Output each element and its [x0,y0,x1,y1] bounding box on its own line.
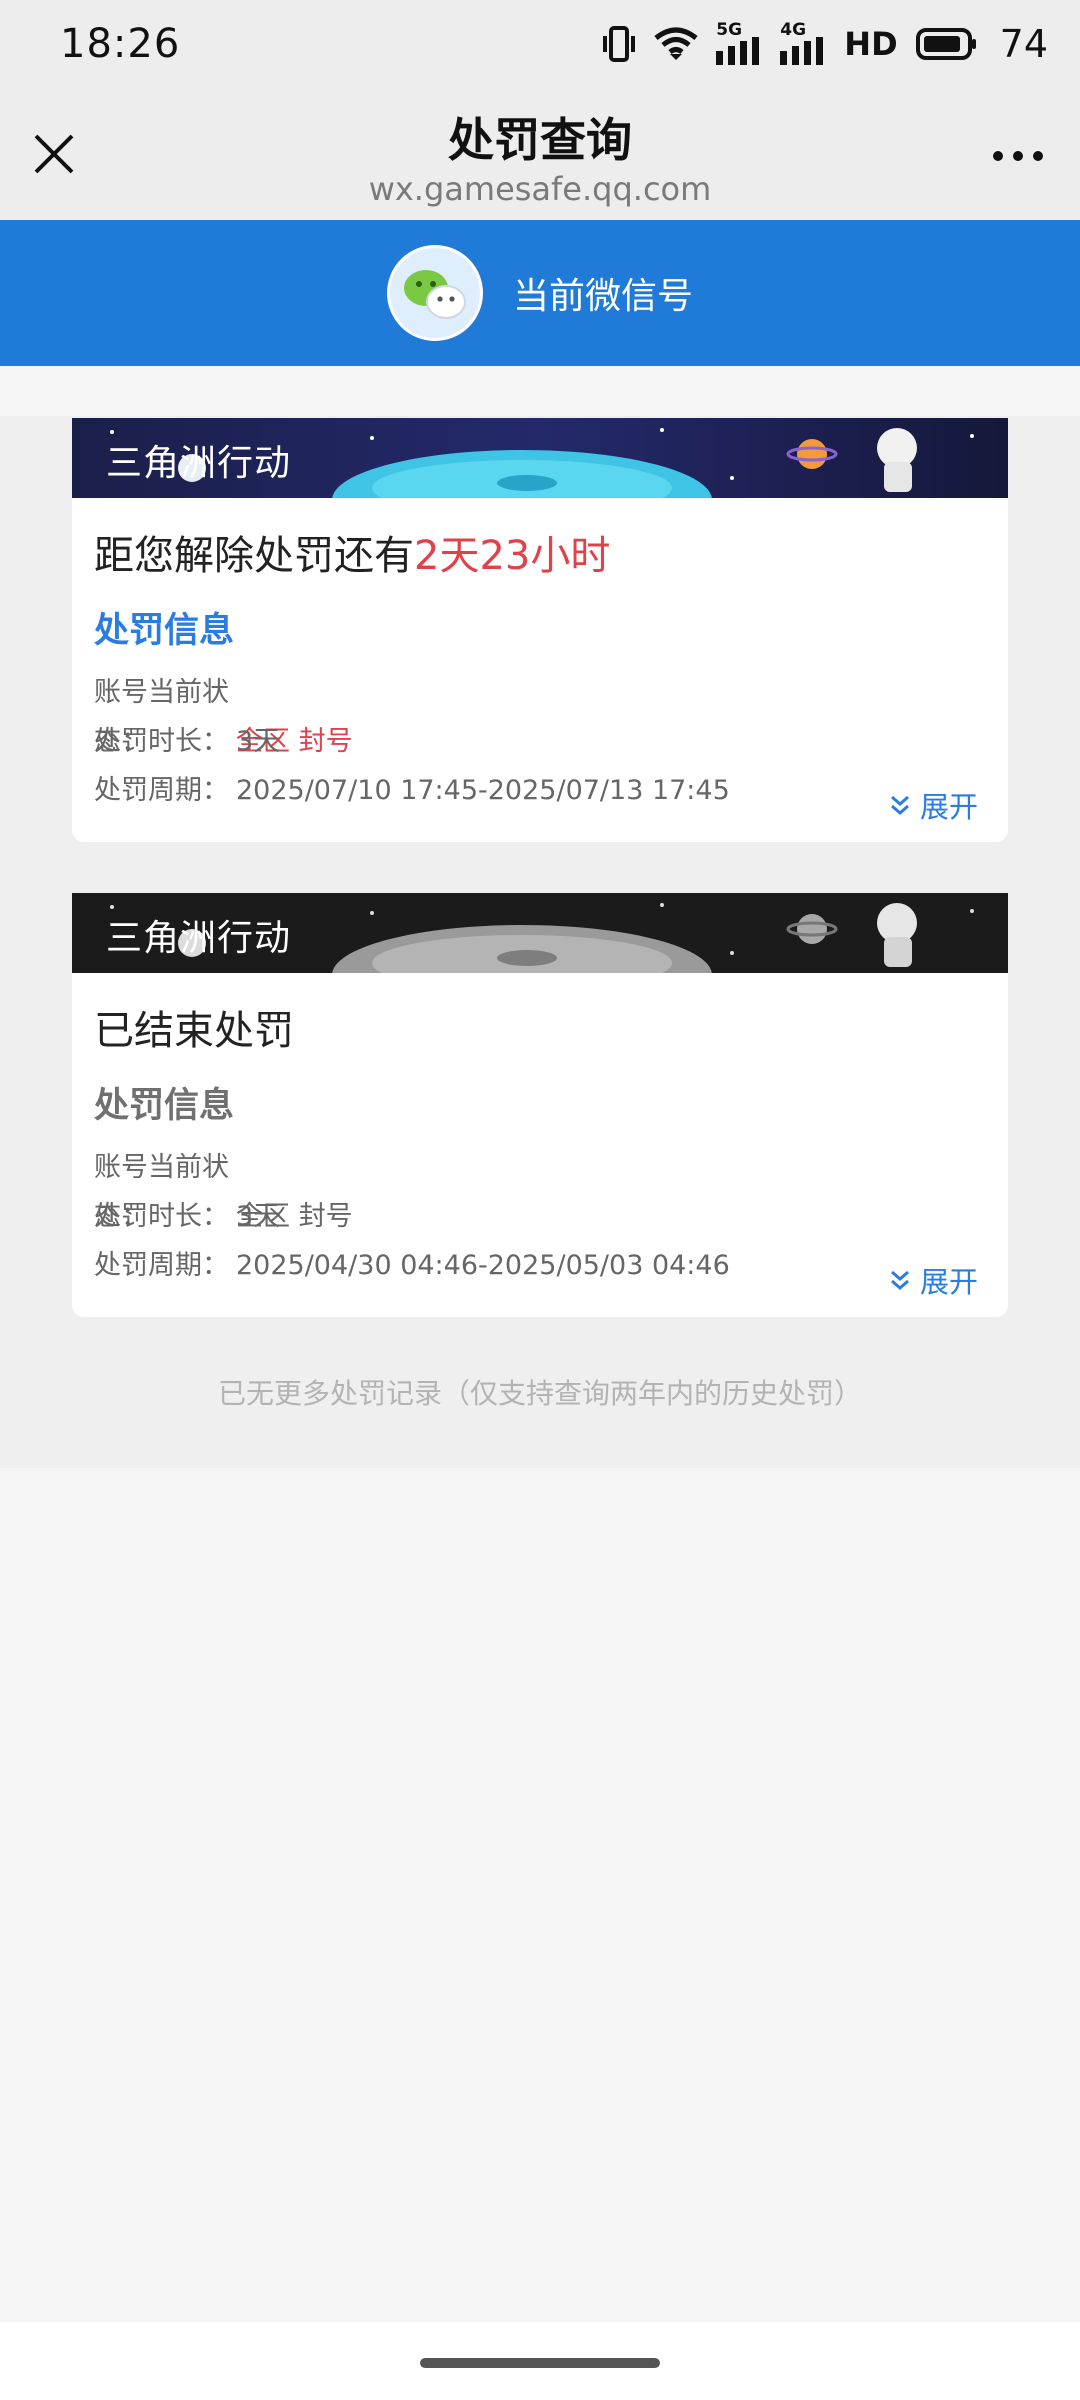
game-name: 三角洲行动 [106,918,292,959]
duration-row: 处罚时长： 3天 [94,1192,986,1241]
duration-value: 3天 [236,1201,281,1232]
punishment-card-ended: 三角洲行动 已结束处罚 处罚信息 账号当前状态： 全区 封号 处罚时长： 3天 处罚… [72,893,1008,1317]
countdown-prefix: 距您解除处罚还有 [94,533,414,579]
expand-label: 展开 [919,790,978,824]
signal-icon [716,37,760,65]
period-row: 处罚周期： 2025/04/30 04:46-2025/05/03 04:46 [94,1241,986,1290]
period-row: 处罚周期： 2025/07/10 17:45-2025/07/13 17:45 [94,766,986,815]
expand-button[interactable]: 展开 [890,1259,978,1301]
section-title: 处罚信息 [94,611,235,651]
expand-label: 展开 [919,1265,978,1299]
duration-label: 处罚时长： [94,726,229,757]
account-header: 当前微信号 [0,220,1080,366]
content-spacer [0,366,1080,416]
battery-level: 74 [999,22,1048,66]
more-icon[interactable] [990,146,1046,166]
card-body: 已结束处罚 处罚信息 账号当前状态： 全区 封号 处罚时长： 3天 处罚周期： 202… [72,1003,1008,1290]
avatar [386,245,483,341]
punishment-query-page: 18:26 5G 4G HD 74 处罚查询 wx.gamesafe.qq.co… [0,0,1080,2400]
network-label-5g: 5G [716,20,743,40]
status-bar: 18:26 5G 4G HD 74 [0,0,1080,88]
status-row: 账号当前状态： 全区 封号 [94,1143,986,1232]
game-banner: 三角洲行动 [72,893,1008,973]
battery-icon [915,28,976,60]
period-label: 处罚周期： [94,775,229,806]
signal-icon [780,37,824,65]
period-value: 2025/07/10 17:45-2025/07/13 17:45 [236,775,730,806]
page-title: 处罚查询 [448,113,632,167]
signal-5g: 5G [716,20,762,65]
game-banner: 三角洲行动 [72,418,1008,498]
hd-indicator: HD [844,25,898,63]
duration-row: 处罚时长： 3天 [94,717,986,766]
vibrate-icon [603,26,636,62]
duration-value: 3天 [236,726,281,757]
game-name: 三角洲行动 [106,443,292,484]
wifi-icon [654,27,698,60]
card-body: 距您解除处罚还有2天23小时 处罚信息 账号当前状态： 全区 封号 处罚时长： 3天… [72,528,1008,815]
status-icons: 5G 4G HD 74 [602,22,1048,66]
status-time: 18:26 [60,21,181,67]
period-label: 处罚周期： [94,1250,229,1281]
network-label-4g: 4G [780,20,807,40]
duration-label: 处罚时长： [94,1201,229,1232]
nav-bar: 处罚查询 wx.gamesafe.qq.com [0,88,1080,220]
countdown-value: 2天23小时 [414,533,611,579]
page-url: wx.gamesafe.qq.com [368,170,712,208]
chevron-double-down-icon [890,1270,909,1290]
no-more-records-note: 已无更多处罚记录（仅支持查询两年内的历史处罚） [217,1377,862,1410]
home-indicator[interactable] [420,2358,660,2368]
punishment-card-active: 三角洲行动 距您解除处罚还有2天23小时 处罚信息 账号当前状态： 全区 封号 处… [72,418,1008,842]
period-value: 2025/04/30 04:46-2025/05/03 04:46 [236,1250,730,1281]
ended-status-text: 已结束处罚 [94,1008,294,1054]
expand-button[interactable]: 展开 [890,784,978,826]
countdown-text: 距您解除处罚还有2天23小时 [94,528,986,584]
status-row: 账号当前状态： 全区 封号 [94,668,986,757]
chevron-double-down-icon [890,795,909,815]
home-indicator-area [0,2322,1080,2400]
account-label: 当前微信号 [512,276,693,317]
wechat-icon [403,270,466,319]
section-title: 处罚信息 [94,1086,235,1126]
signal-4g: 4G [780,20,826,65]
